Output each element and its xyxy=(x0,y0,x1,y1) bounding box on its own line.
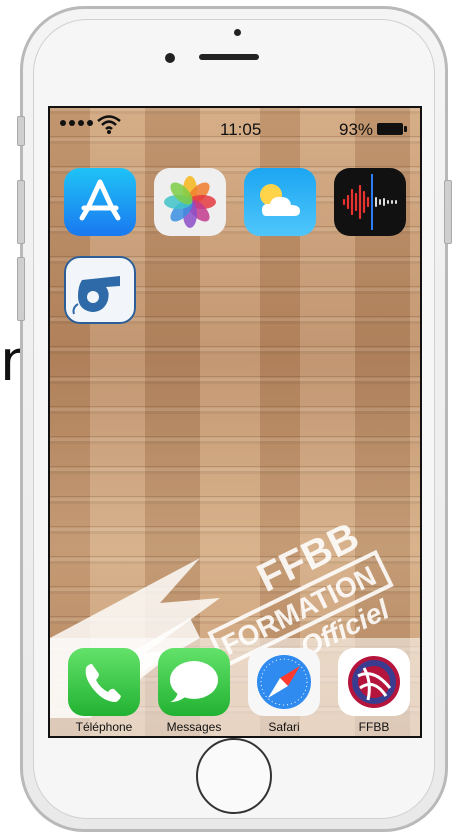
watermark-ffbb: FFBB xyxy=(250,514,365,600)
dock-item-safari[interactable]: Safari xyxy=(242,648,326,734)
ffbb-app[interactable] xyxy=(338,648,410,716)
proximity-sensor xyxy=(234,29,241,36)
power-button[interactable] xyxy=(444,180,452,244)
dock: Téléphone Messages Safari FFBB xyxy=(50,638,420,736)
safari-app[interactable] xyxy=(248,648,320,716)
earpiece-speaker xyxy=(199,54,259,60)
messages-app[interactable] xyxy=(158,648,230,716)
photos-icon xyxy=(154,168,226,236)
front-camera xyxy=(165,53,175,63)
signal-strength-icon xyxy=(60,120,93,126)
dock-label-phone: Téléphone xyxy=(75,720,133,734)
messages-icon xyxy=(158,648,230,716)
volume-down-button[interactable] xyxy=(17,257,25,321)
ffbb-logo-icon xyxy=(338,648,410,716)
home-screen: 11:05 93% FFBB FORMATION Officiel Téléph… xyxy=(48,106,422,738)
whistle-app[interactable] xyxy=(64,256,136,324)
app-store-app[interactable] xyxy=(64,168,136,236)
status-bar: 11:05 93% xyxy=(50,108,420,140)
battery-icon xyxy=(377,123,407,135)
battery-percent: 93% xyxy=(339,120,374,139)
dock-item-phone[interactable]: Téléphone xyxy=(62,648,146,734)
dock-label-ffbb: FFBB xyxy=(358,720,390,734)
safari-icon xyxy=(248,648,320,716)
volume-up-button[interactable] xyxy=(17,180,25,244)
weather-app[interactable] xyxy=(244,168,316,236)
photos-app[interactable] xyxy=(154,168,226,236)
status-time: 11:05 xyxy=(220,120,262,139)
phone-icon xyxy=(68,648,140,716)
dock-item-ffbb[interactable]: FFBB xyxy=(332,648,416,734)
home-button[interactable] xyxy=(196,738,272,814)
dock-label-safari: Safari xyxy=(268,720,300,734)
wifi-icon xyxy=(97,115,121,134)
weather-icon xyxy=(244,168,316,236)
app-store-icon xyxy=(64,168,136,236)
dock-label-messages: Messages xyxy=(166,720,222,734)
dock-item-messages[interactable]: Messages xyxy=(152,648,236,734)
voice-memos-icon xyxy=(334,168,406,236)
whistle-icon xyxy=(64,256,136,324)
phone-app[interactable] xyxy=(68,648,140,716)
voice-memos-app[interactable] xyxy=(334,168,406,236)
mute-switch[interactable] xyxy=(17,116,25,146)
